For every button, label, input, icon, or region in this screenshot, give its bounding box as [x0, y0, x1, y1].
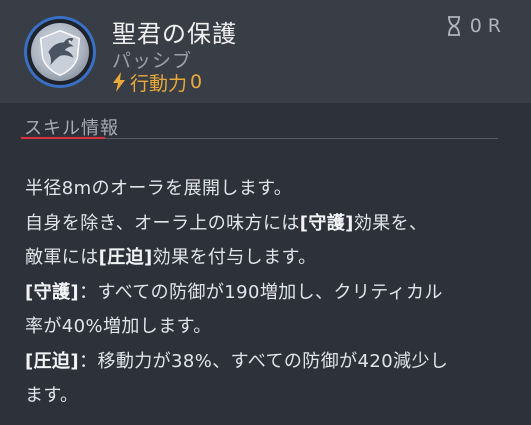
- action-point-cost: 行動力 0: [112, 70, 203, 95]
- effect-tag-pressure: [圧迫]: [98, 247, 153, 268]
- description-text: 自身を除き、オーラ上の味方には: [25, 212, 300, 234]
- description-text: 敵軍には: [25, 247, 99, 268]
- description-line: [圧迫]：移動力が38%、すべての防御が420減少し: [25, 345, 515, 380]
- description-text: 効果を、: [353, 212, 428, 234]
- skill-portrait: [24, 16, 96, 88]
- eagle-shield-emblem-icon: [31, 23, 89, 81]
- description-line: 自身を除き、オーラ上の味方には[守護]効果を、: [25, 207, 515, 242]
- lightning-bolt-icon: [113, 72, 125, 92]
- effect-tag-guard: [守護]: [299, 212, 354, 234]
- description-line: 敵軍には[圧迫]効果を付与します。: [25, 241, 515, 276]
- hourglass-icon: [447, 16, 460, 36]
- portrait-frame: [27, 19, 93, 85]
- skill-header: 聖君の保護 パッシブ 行動力 0 0 R: [0, 0, 531, 103]
- description-line: 率が40%増加します。: [25, 316, 212, 337]
- action-point-label: 行動力: [130, 72, 188, 95]
- skill-name: 聖君の保護: [112, 20, 237, 48]
- section-tab-underline: [21, 137, 105, 139]
- effect-tag-pressure: [圧迫]: [25, 350, 80, 372]
- description-line: [守護]：すべての防御が190増加し、クリティカル: [25, 276, 515, 311]
- cooldown-unit: R: [487, 15, 501, 37]
- description-text: ：すべての防御が190増加し、クリティカル: [79, 281, 443, 303]
- cooldown-value: 0: [469, 15, 482, 37]
- description-line: 半径8mのオーラを展開します。: [25, 178, 293, 199]
- description-text: ：移動力が38%、すべての防御が420減少し: [79, 350, 449, 372]
- description-text: 効果を付与します。: [152, 247, 317, 268]
- description-line: ます。: [25, 385, 79, 406]
- effect-tag-guard: [守護]: [25, 281, 80, 303]
- action-point-value: 0: [190, 71, 203, 93]
- skill-description: 半径8mのオーラを展開します。 自身を除き、オーラ上の味方には[守護]効果を、 …: [25, 172, 515, 414]
- cooldown-indicator: 0 R: [446, 15, 501, 37]
- skill-tooltip-panel: 聖君の保護 パッシブ 行動力 0 0 R スキル情報 半径8mのオーラを展開しま…: [0, 0, 531, 425]
